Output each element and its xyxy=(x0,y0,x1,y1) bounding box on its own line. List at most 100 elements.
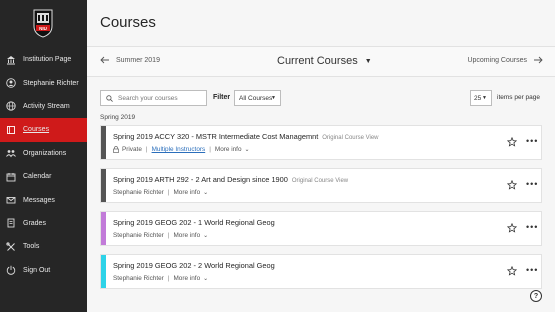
arrow-left-icon xyxy=(100,56,109,64)
previous-term-label: Summer 2019 xyxy=(116,56,160,64)
separator: | xyxy=(167,189,170,196)
main-content: Courses Summer 2019 Current Courses ▼ Up… xyxy=(87,0,555,312)
per-page-label: items per page xyxy=(497,94,540,101)
course-color-stripe xyxy=(101,169,106,202)
course-title-text: Spring 2019 GEOG 202 - 1 World Regional … xyxy=(113,218,275,227)
more-info-toggle[interactable]: More info xyxy=(173,232,200,239)
sidebar: NIU Institution Page Stephanie Richter A… xyxy=(0,0,87,312)
search-input[interactable] xyxy=(118,94,203,102)
star-icon[interactable] xyxy=(507,223,517,233)
course-title-text: Spring 2019 GEOG 202 - 2 World Regional … xyxy=(113,261,275,270)
course-meta: Stephanie Richter | More info ⌄ xyxy=(113,275,208,282)
sidebar-item-label: Calendar xyxy=(23,173,52,181)
calendar-icon xyxy=(6,172,16,182)
sidebar-item-activity-stream[interactable]: Activity Stream xyxy=(0,95,87,118)
sidebar-item-calendar[interactable]: Calendar xyxy=(0,165,87,188)
sidebar-item-profile[interactable]: Stephanie Richter xyxy=(0,71,87,94)
sidebar-item-grades[interactable]: Grades xyxy=(0,212,87,235)
term-navigation: Summer 2019 Current Courses ▼ Upcoming C… xyxy=(87,46,555,77)
more-info-toggle[interactable]: More info xyxy=(173,275,200,282)
sidebar-item-organizations[interactable]: Organizations xyxy=(0,142,87,165)
envelope-icon xyxy=(6,195,16,205)
course-meta: Private | Multiple Instructors | More in… xyxy=(113,146,250,153)
search-box[interactable] xyxy=(100,90,207,106)
course-card: Spring 2019 GEOG 202 - 1 World Regional … xyxy=(100,211,542,246)
sidebar-item-label: Organizations xyxy=(23,149,67,157)
sidebar-item-sign-out[interactable]: Sign Out xyxy=(0,259,87,282)
filter-label: Filter xyxy=(213,94,231,101)
star-icon[interactable] xyxy=(507,137,517,147)
chevron-down-icon: ⌄ xyxy=(244,147,250,153)
per-page-value: 25 xyxy=(474,94,482,102)
help-icon: ? xyxy=(533,292,539,300)
current-term-dropdown[interactable]: Current Courses ▼ xyxy=(277,55,372,67)
more-options-icon[interactable]: ••• xyxy=(526,137,538,146)
separator: | xyxy=(167,275,170,282)
course-instructor: Stephanie Richter xyxy=(113,189,164,196)
course-view-label: Original Course View xyxy=(291,178,349,184)
filter-value: All Courses xyxy=(239,94,273,102)
course-instructor: Stephanie Richter xyxy=(113,275,164,282)
search-icon xyxy=(106,94,113,102)
organizations-icon xyxy=(6,148,16,158)
course-title-text: Spring 2019 ACCY 320 - MSTR Intermediate… xyxy=(113,132,319,141)
grades-icon xyxy=(6,218,16,228)
institution-icon xyxy=(6,55,16,65)
course-card: Spring 2019 ARTH 292 - 2 Art and Design … xyxy=(100,168,542,203)
sidebar-item-messages[interactable]: Messages xyxy=(0,188,87,211)
logo-text: NIU xyxy=(39,26,47,31)
previous-term-link[interactable]: Summer 2019 xyxy=(100,56,160,64)
course-title[interactable]: Spring 2019 ACCY 320 - MSTR Intermediate… xyxy=(113,132,379,141)
sidebar-item-label: Messages xyxy=(23,196,55,204)
page-title: Courses xyxy=(100,14,156,31)
sidebar-item-label: Institution Page xyxy=(23,56,72,64)
star-icon[interactable] xyxy=(507,266,517,276)
niu-logo[interactable]: NIU xyxy=(32,8,54,38)
sidebar-item-label: Stephanie Richter xyxy=(23,79,79,87)
sidebar-item-label: Tools xyxy=(23,243,40,251)
filter-select[interactable]: All Courses ▼ xyxy=(234,90,281,106)
next-term-link[interactable]: Upcoming Courses xyxy=(467,56,543,64)
globe-icon xyxy=(6,101,16,112)
instructors-link[interactable]: Multiple Instructors xyxy=(152,146,206,153)
sign-out-icon xyxy=(6,265,16,275)
arrow-right-icon xyxy=(534,56,543,64)
more-options-icon[interactable]: ••• xyxy=(526,180,538,189)
per-page-select[interactable]: 25 ▼ xyxy=(470,90,492,106)
sidebar-item-tools[interactable]: Tools xyxy=(0,235,87,258)
course-title[interactable]: Spring 2019 GEOG 202 - 2 World Regional … xyxy=(113,261,275,270)
course-privacy: Private xyxy=(122,146,142,153)
sidebar-item-label: Activity Stream xyxy=(23,102,70,110)
course-title-text: Spring 2019 ARTH 292 - 2 Art and Design … xyxy=(113,175,288,184)
user-icon xyxy=(6,78,16,88)
more-info-toggle[interactable]: More info xyxy=(173,189,200,196)
next-term-label: Upcoming Courses xyxy=(467,56,527,64)
chevron-down-icon: ⌄ xyxy=(203,233,209,239)
more-options-icon[interactable]: ••• xyxy=(526,266,538,275)
sidebar-item-label: Courses xyxy=(23,126,50,134)
tools-icon xyxy=(6,242,16,252)
chevron-down-icon: ⌄ xyxy=(203,276,209,282)
more-info-toggle[interactable]: More info xyxy=(215,146,242,153)
sidebar-item-courses[interactable]: Courses xyxy=(0,118,87,142)
course-color-stripe xyxy=(101,255,106,288)
more-options-icon[interactable]: ••• xyxy=(526,223,538,232)
sidebar-item-label: Grades xyxy=(23,219,46,227)
help-button[interactable]: ? xyxy=(530,290,542,302)
course-color-stripe xyxy=(101,126,106,159)
sidebar-item-label: Sign Out xyxy=(23,266,51,274)
caret-down-icon: ▼ xyxy=(271,95,276,101)
course-color-stripe xyxy=(101,212,106,245)
course-title[interactable]: Spring 2019 GEOG 202 - 1 World Regional … xyxy=(113,218,275,227)
separator: | xyxy=(145,146,148,153)
caret-down-icon: ▼ xyxy=(482,95,487,101)
sidebar-nav: Institution Page Stephanie Richter Activ… xyxy=(0,48,87,282)
course-title[interactable]: Spring 2019 ARTH 292 - 2 Art and Design … xyxy=(113,175,348,184)
sidebar-item-institution-page[interactable]: Institution Page xyxy=(0,48,87,71)
book-icon xyxy=(6,125,16,135)
course-instructor: Stephanie Richter xyxy=(113,232,164,239)
current-term-label: Current Courses xyxy=(277,55,358,67)
chevron-down-icon: ⌄ xyxy=(203,190,209,196)
course-card: Spring 2019 GEOG 202 - 2 World Regional … xyxy=(100,254,542,289)
star-icon[interactable] xyxy=(507,180,517,190)
